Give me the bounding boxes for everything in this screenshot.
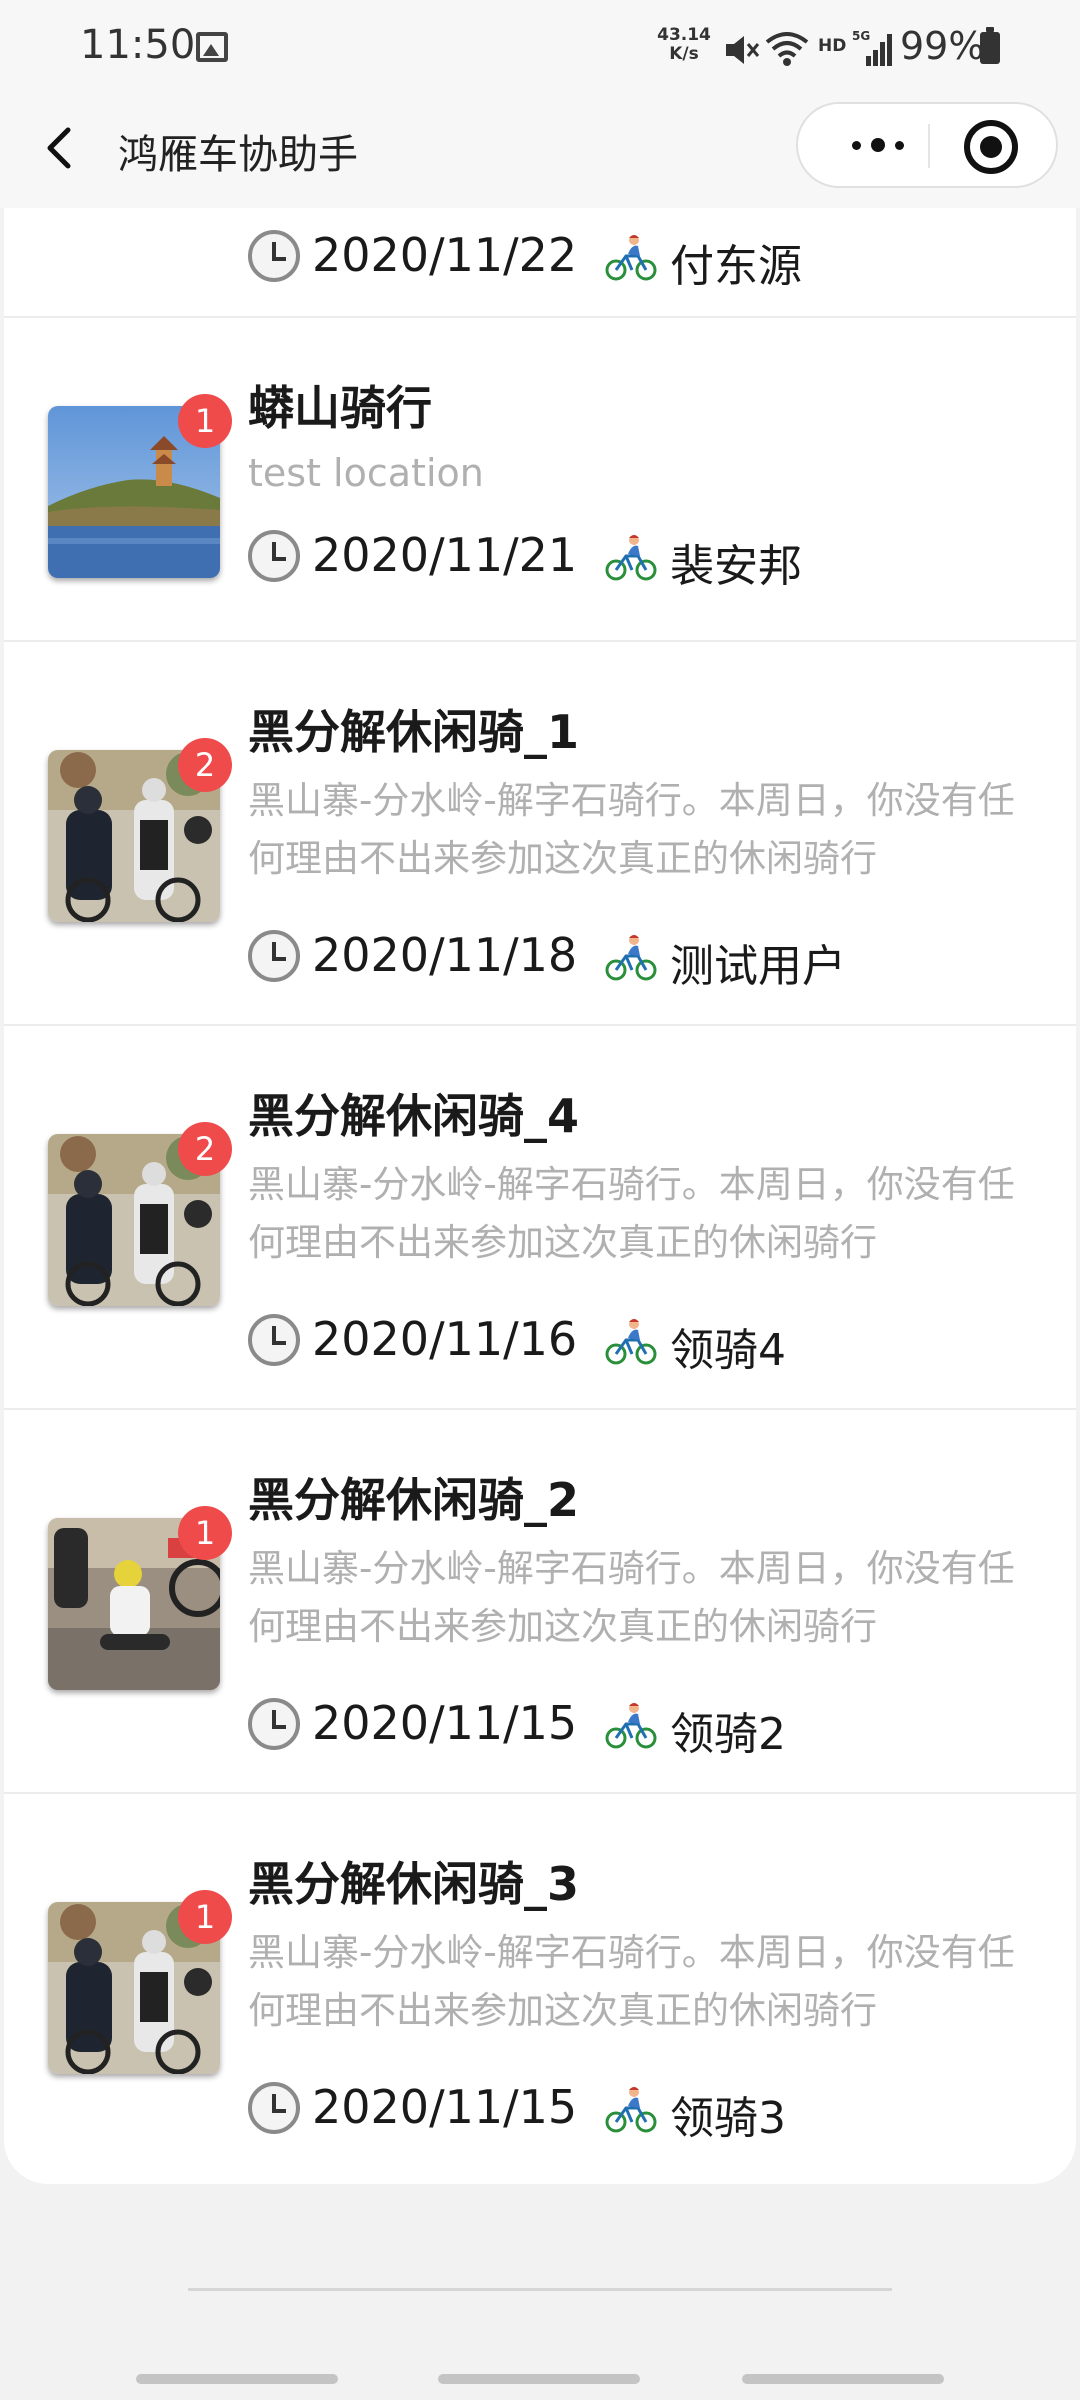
image-count-badge: 1 bbox=[178, 1506, 232, 1560]
home-nav-button[interactable] bbox=[438, 2374, 640, 2384]
activity-list-item[interactable]: 1 黑分解休闲骑_2 黑山寨-分水岭-解字石骑行。本周日，你没有任何理由不出来参… bbox=[4, 1410, 1076, 1794]
cyclist-icon bbox=[605, 1703, 657, 1749]
cellular-signal-icon: 5G bbox=[852, 29, 892, 66]
status-time: 11:50 bbox=[80, 22, 196, 68]
activity-date: 2020/11/15 bbox=[312, 2080, 578, 2134]
activity-author: 领骑3 bbox=[670, 2093, 786, 2144]
activity-description: test location bbox=[248, 451, 484, 495]
network-speed-unit: K/s bbox=[669, 44, 699, 64]
activity-author: 裴安邦 bbox=[670, 541, 802, 592]
more-options-icon[interactable] bbox=[828, 114, 928, 176]
activity-title: 黑分解休闲骑_4 bbox=[248, 1089, 580, 1143]
image-count-badge: 1 bbox=[178, 1890, 232, 1944]
activity-title: 黑分解休闲骑_1 bbox=[248, 705, 580, 759]
image-count-badge: 2 bbox=[178, 1122, 232, 1176]
nav-bar: 鸿雁车协助手 bbox=[0, 96, 1080, 208]
activity-date: 2020/11/22 bbox=[312, 228, 578, 282]
clock-icon bbox=[248, 1314, 300, 1366]
cyclist-icon bbox=[605, 535, 657, 581]
clock-icon bbox=[248, 1698, 300, 1750]
network-speed: 43.14 K/s bbox=[654, 26, 714, 64]
image-count-badge: 2 bbox=[178, 738, 232, 792]
wifi-icon bbox=[765, 32, 809, 66]
back-arrow-icon[interactable] bbox=[40, 118, 80, 178]
activity-date: 2020/11/15 bbox=[312, 1696, 578, 1750]
activity-thumbnail: 2 bbox=[48, 1122, 232, 1306]
image-count-badge: 1 bbox=[178, 394, 232, 448]
network-type-label: 5G bbox=[852, 29, 870, 43]
activity-thumbnail: 1 bbox=[48, 394, 232, 578]
cyclist-icon bbox=[605, 1319, 657, 1365]
activity-author: 付东源 bbox=[670, 241, 802, 292]
close-miniprogram-icon[interactable] bbox=[964, 120, 1018, 174]
activity-list-item[interactable]: 2020/11/22 付东源 bbox=[4, 208, 1076, 318]
activity-description: 黑山寨-分水岭-解字石骑行。本周日，你没有任何理由不出来参加这次真正的休闲骑行 bbox=[248, 1931, 1015, 2032]
activity-meta: 2020/11/16 领骑4 bbox=[248, 1310, 1028, 1376]
clock-icon bbox=[248, 930, 300, 982]
more-dot bbox=[852, 140, 861, 150]
activity-list-item[interactable]: 1 蟒山骑行 test location 2020/11/21 裴安邦 bbox=[4, 318, 1076, 642]
activity-date: 2020/11/21 bbox=[312, 528, 578, 582]
activity-author: 领骑2 bbox=[670, 1709, 786, 1760]
clock-icon bbox=[248, 2082, 300, 2134]
cyclist-icon bbox=[605, 935, 657, 981]
network-speed-value: 43.14 bbox=[657, 25, 711, 45]
activity-meta: 2020/11/15 领骑2 bbox=[248, 1694, 1028, 1760]
activity-meta: 2020/11/15 领骑3 bbox=[248, 2078, 1028, 2144]
clock-icon bbox=[248, 530, 300, 582]
list-end-divider bbox=[188, 2288, 892, 2291]
gallery-notification-icon bbox=[196, 32, 228, 62]
activity-date: 2020/11/16 bbox=[312, 1312, 578, 1366]
battery-percent: 99% bbox=[900, 24, 985, 68]
cyclist-icon bbox=[605, 235, 657, 281]
activity-description: 黑山寨-分水岭-解字石骑行。本周日，你没有任何理由不出来参加这次真正的休闲骑行 bbox=[248, 1547, 1015, 1648]
activity-thumbnail: 1 bbox=[48, 1890, 232, 2074]
miniprogram-capsule bbox=[796, 102, 1058, 188]
activity-author: 测试用户 bbox=[670, 941, 846, 992]
page-title: 鸿雁车协助手 bbox=[118, 132, 358, 178]
activity-thumbnail: 1 bbox=[48, 1506, 232, 1690]
activity-list: 2020/11/22 付东源 1 蟒山骑行 test location 2020… bbox=[4, 208, 1076, 2184]
back-nav-button[interactable] bbox=[742, 2374, 944, 2384]
activity-author: 领骑4 bbox=[670, 1325, 786, 1376]
activity-meta: 2020/11/22 付东源 bbox=[248, 226, 1028, 292]
clock-icon bbox=[248, 230, 300, 282]
activity-title: 蟒山骑行 bbox=[248, 381, 432, 435]
activity-date: 2020/11/18 bbox=[312, 928, 578, 982]
activity-meta: 2020/11/18 测试用户 bbox=[248, 926, 1028, 992]
activity-meta: 2020/11/21 裴安邦 bbox=[248, 526, 1028, 592]
mute-icon bbox=[726, 36, 760, 64]
status-bar: 11:50 43.14 K/s HD 5G 99% bbox=[0, 0, 1080, 96]
activity-description: 黑山寨-分水岭-解字石骑行。本周日，你没有任何理由不出来参加这次真正的休闲骑行 bbox=[248, 1163, 1015, 1264]
battery-icon bbox=[980, 27, 1000, 64]
more-dot bbox=[895, 140, 904, 150]
activity-thumbnail: 2 bbox=[48, 738, 232, 922]
activity-list-item[interactable]: 2 黑分解休闲骑_1 黑山寨-分水岭-解字石骑行。本周日，你没有任何理由不出来参… bbox=[4, 642, 1076, 1026]
activity-title: 黑分解休闲骑_3 bbox=[248, 1857, 580, 1911]
recent-apps-nav-button[interactable] bbox=[136, 2374, 338, 2384]
more-dot bbox=[871, 138, 885, 152]
activity-list-item[interactable]: 1 黑分解休闲骑_3 黑山寨-分水岭-解字石骑行。本周日，你没有任何理由不出来参… bbox=[4, 1794, 1076, 2178]
cyclist-icon bbox=[605, 2087, 657, 2133]
activity-description: 黑山寨-分水岭-解字石骑行。本周日，你没有任何理由不出来参加这次真正的休闲骑行 bbox=[248, 779, 1015, 880]
hd-label: HD bbox=[818, 36, 847, 56]
activity-list-item[interactable]: 2 黑分解休闲骑_4 黑山寨-分水岭-解字石骑行。本周日，你没有任何理由不出来参… bbox=[4, 1026, 1076, 1410]
capsule-divider bbox=[928, 124, 930, 168]
activity-title: 黑分解休闲骑_2 bbox=[248, 1473, 580, 1527]
